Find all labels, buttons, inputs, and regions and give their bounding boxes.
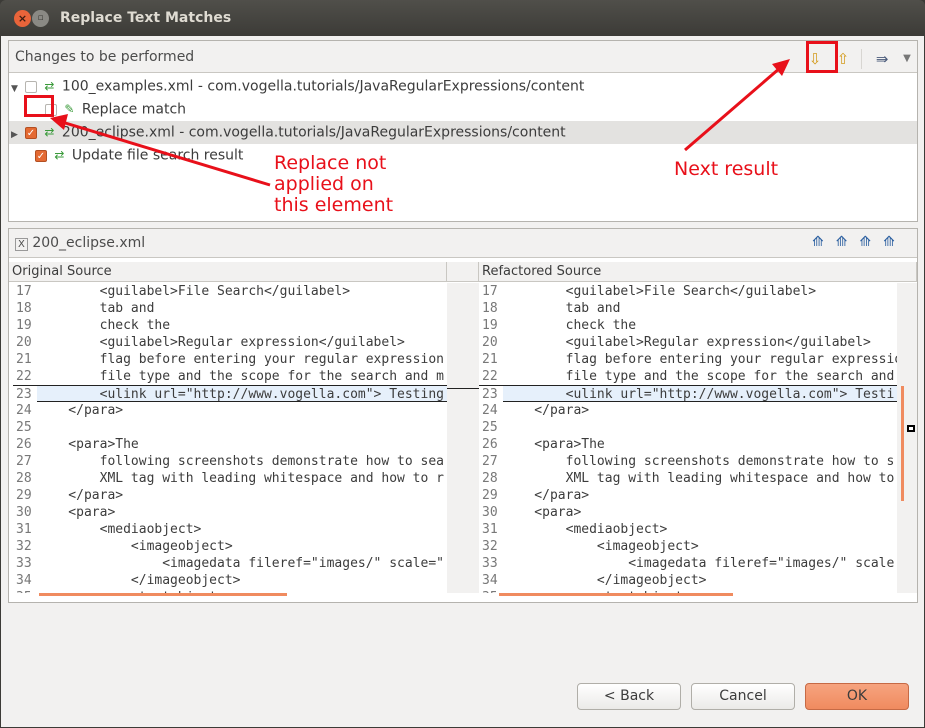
annotation-replace-not-applied: Replace not applied on this element [274,152,394,216]
annotation-next-result: Next result [674,158,779,180]
annotation-arrows [50,59,790,187]
highlight-box-checkbox [24,95,54,117]
